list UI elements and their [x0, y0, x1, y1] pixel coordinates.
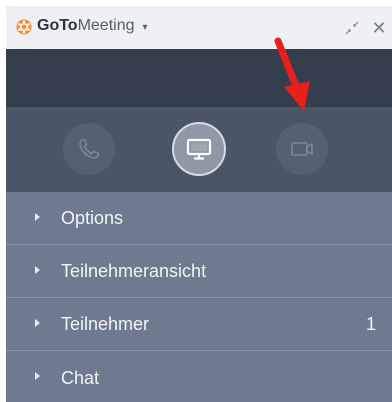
expand-triangle-icon [35, 319, 40, 327]
menu-item-options[interactable]: Options [6, 192, 392, 245]
menu-item-label: Teilnehmeransicht [61, 261, 207, 281]
media-toolbar [6, 107, 392, 192]
phone-icon [79, 139, 99, 159]
participant-count-badge: 1 [365, 314, 376, 334]
menu-item-teilnehmeransicht[interactable]: Teilnehmeransicht [6, 245, 392, 298]
monitor-icon [186, 138, 212, 160]
camera-button[interactable] [276, 123, 328, 175]
app-menu-button[interactable]: GoToMeeting ▾ [37, 17, 148, 35]
menu-item-teilnehmer[interactable]: Teilnehmer 1 [6, 298, 392, 351]
video-camera-icon [291, 142, 313, 156]
gotomeeting-logo-icon [16, 19, 32, 35]
collapse-arrows-icon [345, 21, 359, 35]
title-bar: GoToMeeting ▾ ✕ [6, 6, 392, 49]
expand-triangle-icon [35, 213, 40, 221]
gotomeeting-window: GoToMeeting ▾ ✕ Options Teilnehmeransich… [6, 6, 392, 402]
phone-button[interactable] [63, 123, 115, 175]
brand-bold: GoTo [37, 17, 78, 34]
brand-light: Meeting [77, 17, 135, 34]
menu-item-chat[interactable]: Chat [6, 351, 392, 402]
chevron-down-icon: ▾ [142, 21, 148, 33]
header-bar [6, 49, 392, 107]
expand-triangle-icon [35, 372, 40, 380]
menu-item-label: Teilnehmer [61, 314, 150, 334]
menu-item-label: Options [61, 208, 124, 228]
minimize-button[interactable] [343, 18, 361, 38]
expand-triangle-icon [35, 266, 40, 274]
menu-item-label: Chat [61, 368, 100, 388]
screen-share-button[interactable] [172, 122, 226, 176]
red-arrow-annotation-icon [274, 37, 310, 111]
side-panel-menu: Options Teilnehmeransicht Teilnehmer 1 C… [6, 192, 392, 402]
close-button[interactable]: ✕ [370, 18, 388, 38]
